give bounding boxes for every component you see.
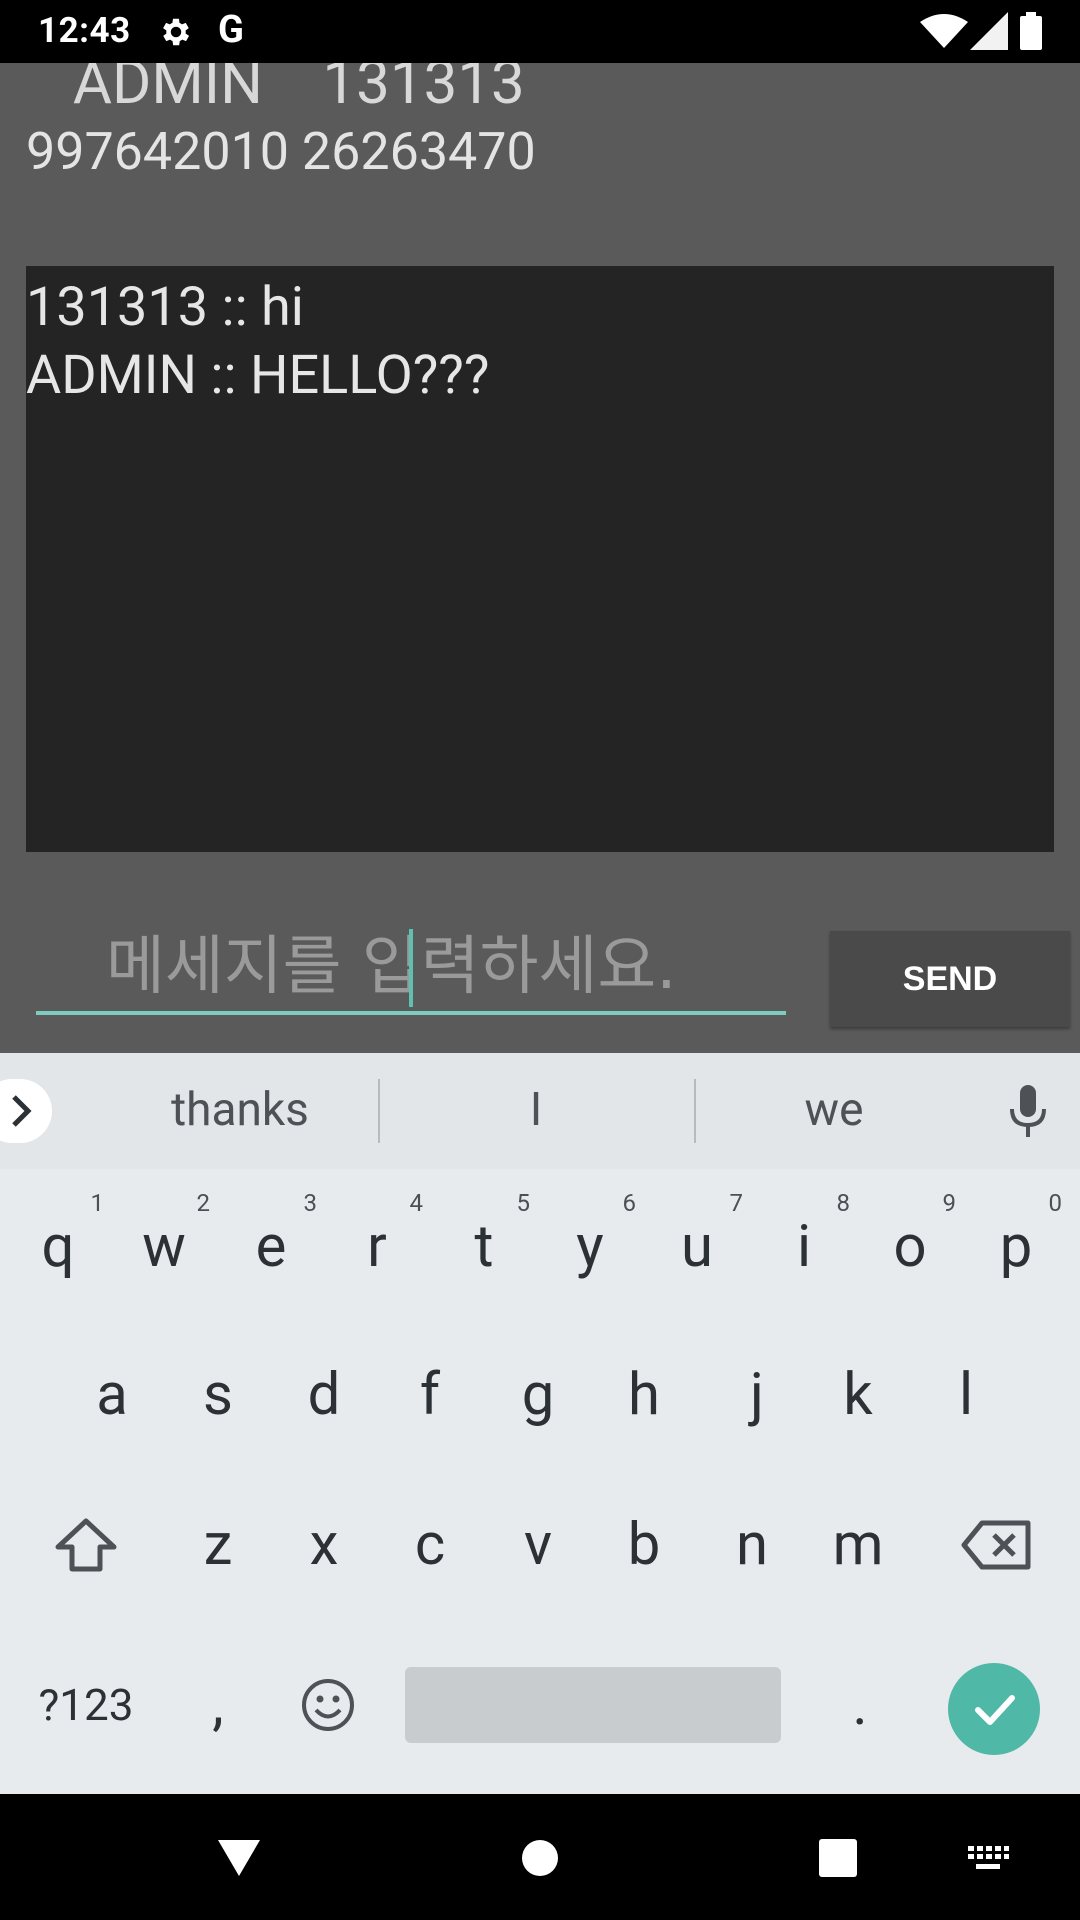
suggestion-divider <box>694 1079 696 1143</box>
symbols-key[interactable]: ?123 <box>18 1645 154 1765</box>
send-button[interactable]: SEND <box>830 931 1070 1027</box>
shift-icon <box>55 1518 117 1572</box>
key-g[interactable]: g <box>486 1335 590 1455</box>
key-j[interactable]: j <box>705 1335 809 1455</box>
suggestion-2[interactable]: I <box>436 1083 636 1137</box>
shift-key[interactable] <box>36 1485 136 1605</box>
space-key[interactable] <box>405 1667 781 1743</box>
checkmark-icon <box>975 1695 1015 1725</box>
suggestion-3[interactable]: we <box>734 1083 934 1137</box>
wifi-icon <box>920 14 968 48</box>
key-c[interactable]: c <box>378 1485 482 1605</box>
key-a[interactable]: a <box>60 1335 164 1455</box>
chat-log[interactable]: 131313 :: hi ADMIN :: HELLO??? <box>26 266 1054 852</box>
key-n[interactable]: n <box>700 1485 804 1605</box>
backspace-icon <box>961 1520 1031 1570</box>
key-m[interactable]: m <box>806 1485 910 1605</box>
backspace-key[interactable] <box>944 1485 1048 1605</box>
key-w[interactable]: w2 <box>112 1187 216 1307</box>
suggestion-divider <box>378 1079 380 1143</box>
chat-screen: ADMIN 131313 997642010 26263470 131313 :… <box>0 63 1080 1053</box>
key-s[interactable]: s <box>166 1335 270 1455</box>
emoji-key[interactable] <box>278 1645 378 1765</box>
key-u[interactable]: u7 <box>645 1187 749 1307</box>
enter-key[interactable] <box>948 1663 1040 1755</box>
chat-message: ADMIN :: HELLO??? <box>26 344 490 407</box>
key-l[interactable]: l <box>914 1335 1018 1455</box>
soft-keyboard: thanks I we q1 w2 e3 r4 t5 y6 u7 i8 o9 p… <box>0 1053 1080 1794</box>
gear-icon <box>163 18 190 46</box>
status-time: 12:43 <box>38 10 131 51</box>
key-e[interactable]: e3 <box>219 1187 323 1307</box>
navigation-bar <box>0 1794 1080 1920</box>
key-t[interactable]: t5 <box>432 1187 536 1307</box>
expand-toolbar-button[interactable] <box>0 1079 52 1143</box>
signal-icon <box>970 12 1008 50</box>
microphone-icon[interactable] <box>1008 1085 1048 1139</box>
suggestion-strip: thanks I we <box>0 1053 1080 1169</box>
key-i[interactable]: i8 <box>752 1187 856 1307</box>
keyboard-switch-icon[interactable] <box>966 1844 1010 1874</box>
key-x[interactable]: x <box>272 1485 376 1605</box>
key-v[interactable]: v <box>486 1485 590 1605</box>
key-q[interactable]: q1 <box>6 1187 110 1307</box>
back-icon[interactable] <box>216 1838 262 1878</box>
key-o[interactable]: o9 <box>858 1187 962 1307</box>
key-p[interactable]: p0 <box>964 1187 1068 1307</box>
key-y[interactable]: y6 <box>538 1187 642 1307</box>
status-bar: 12:43 G <box>0 0 1080 63</box>
recents-icon[interactable] <box>818 1838 858 1878</box>
key-f[interactable]: f <box>378 1335 482 1455</box>
key-b[interactable]: b <box>592 1485 696 1605</box>
message-input-container[interactable] <box>36 923 786 1015</box>
google-icon: G <box>218 8 244 52</box>
user-header: ADMIN 131313 <box>58 63 525 118</box>
key-d[interactable]: d <box>272 1335 376 1455</box>
key-z[interactable]: z <box>166 1485 270 1605</box>
home-icon[interactable] <box>520 1838 560 1878</box>
suggestion-1[interactable]: thanks <box>120 1083 360 1137</box>
period-key[interactable]: . <box>812 1645 908 1765</box>
text-caret <box>409 929 413 1007</box>
key-k[interactable]: k <box>806 1335 910 1455</box>
chevron-right-icon <box>12 1095 32 1127</box>
battery-icon <box>1020 12 1042 50</box>
comma-key[interactable]: , <box>172 1645 264 1765</box>
chat-message: 131313 :: hi <box>26 276 304 339</box>
key-h[interactable]: h <box>592 1335 696 1455</box>
emoji-icon <box>302 1679 354 1731</box>
session-ids: 997642010 26263470 <box>26 121 536 182</box>
key-r[interactable]: r4 <box>325 1187 429 1307</box>
